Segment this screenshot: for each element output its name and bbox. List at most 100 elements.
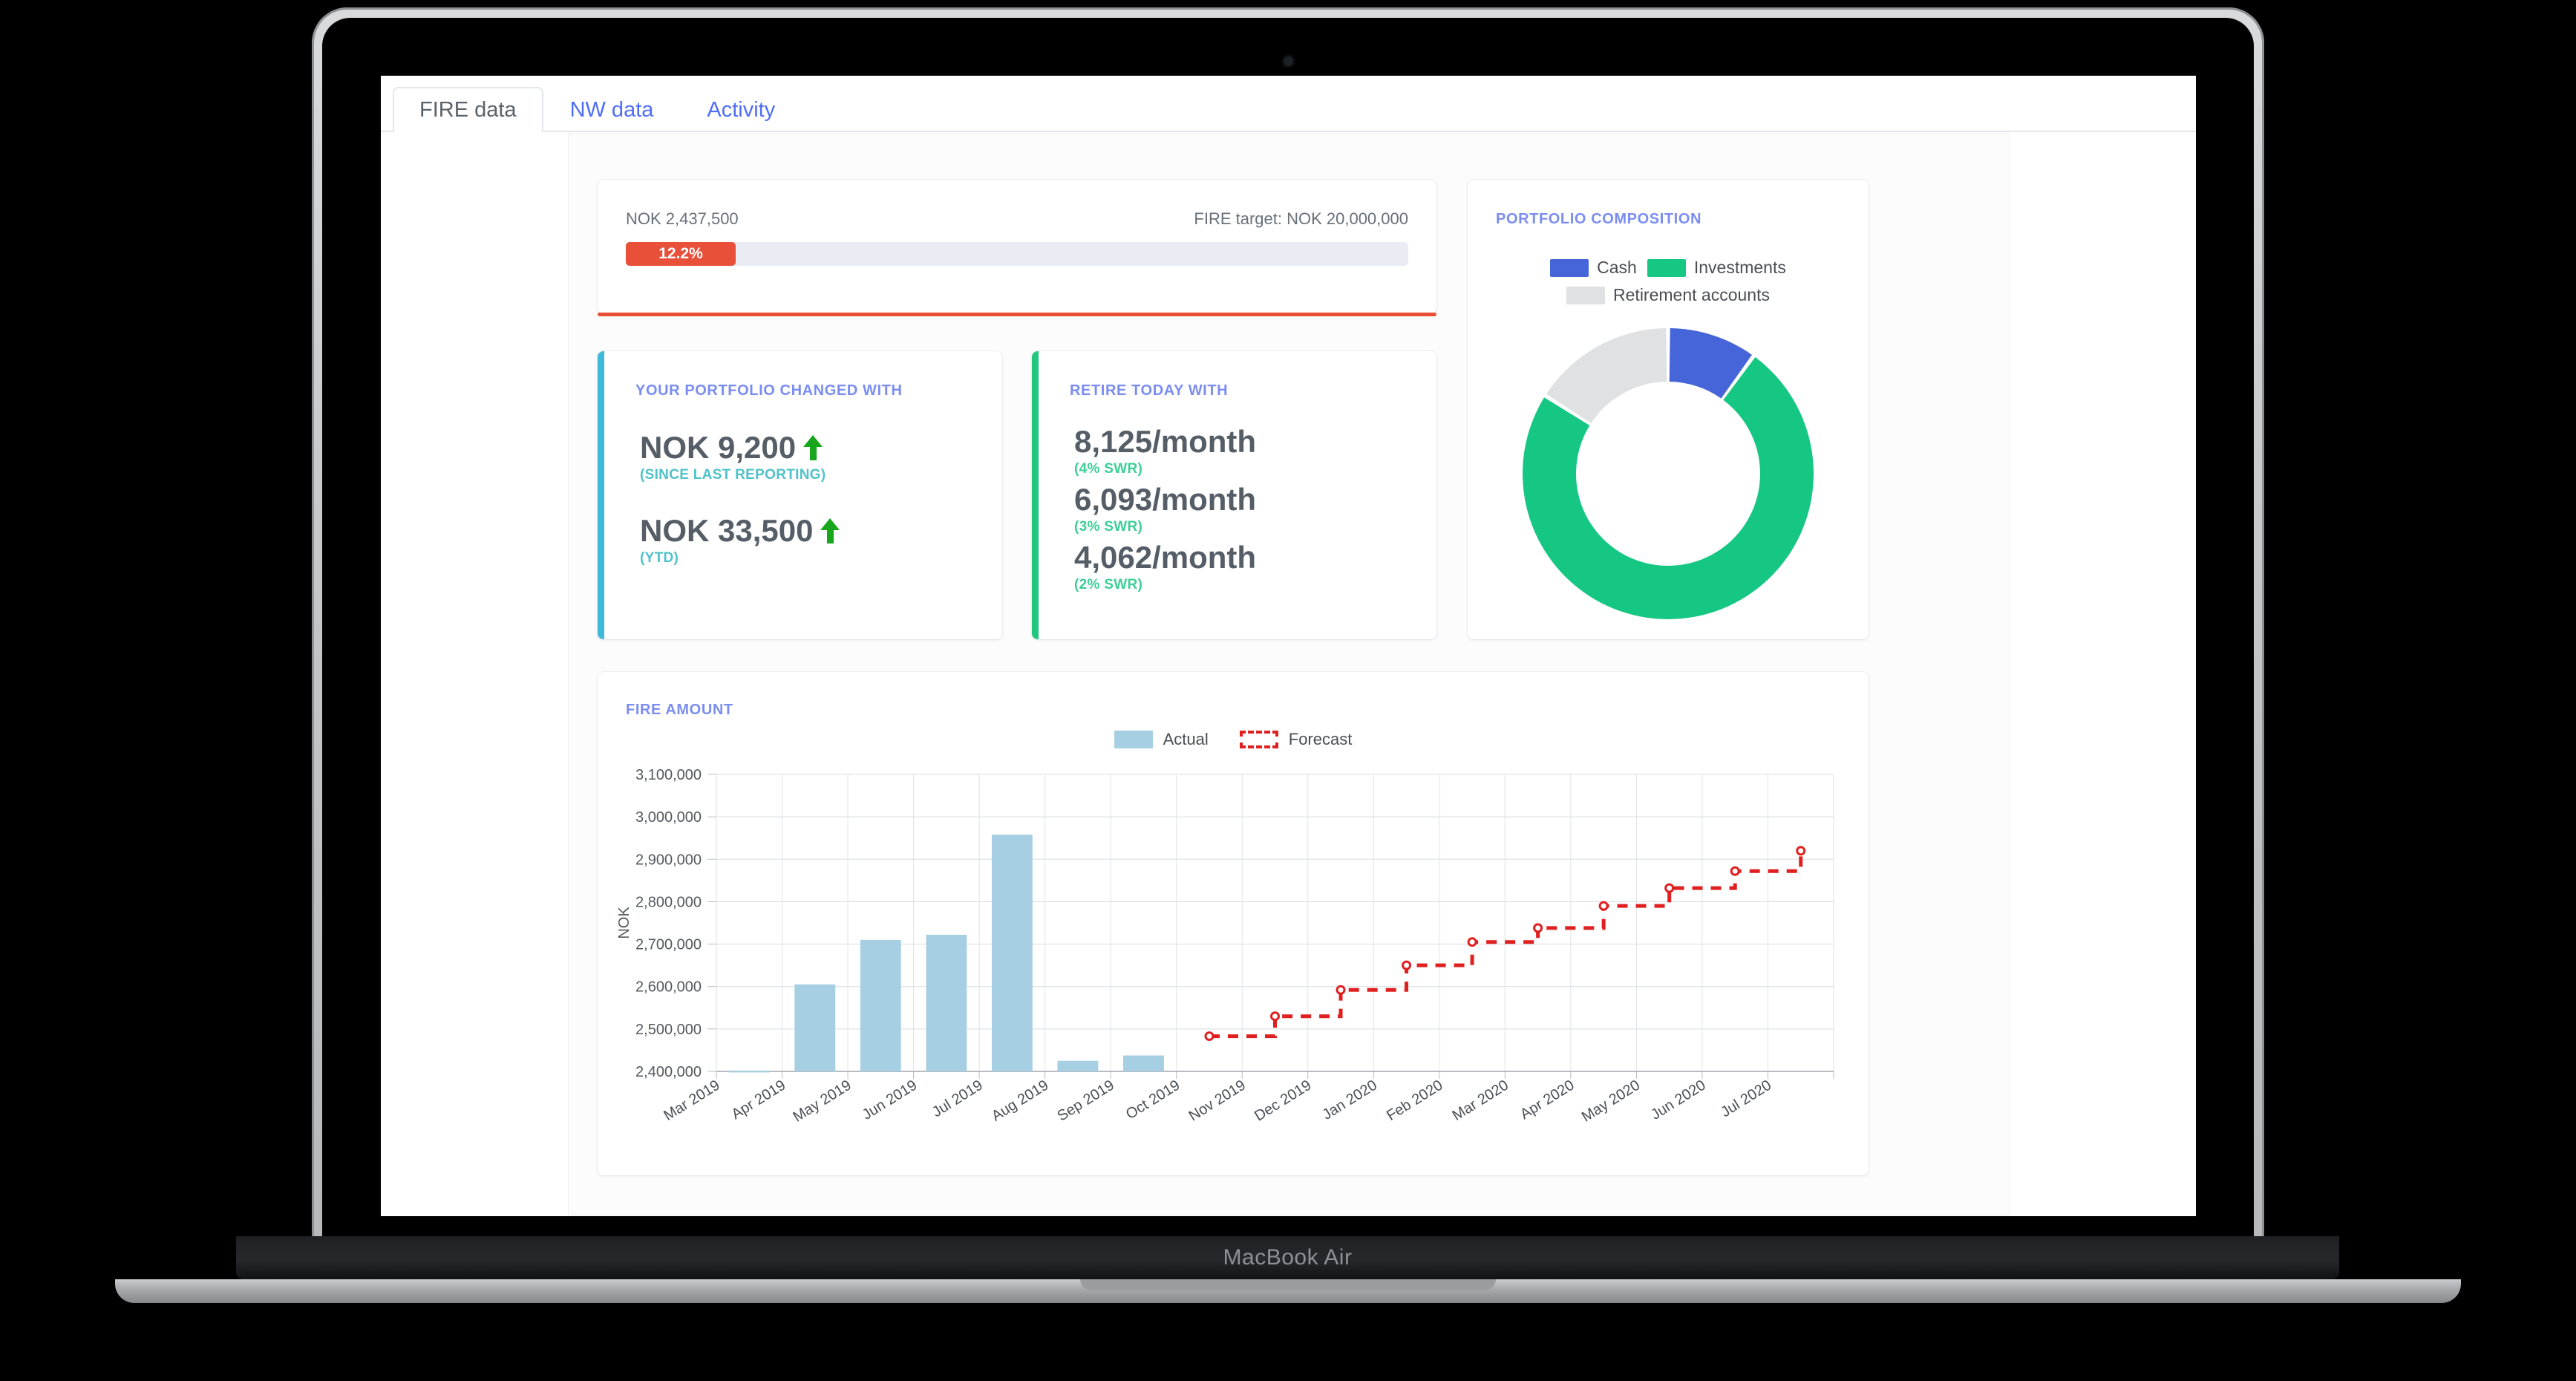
arrow-up-icon bbox=[803, 435, 823, 461]
retire-today-card: RETIRE TODAY WITH 8,125/month (4% SWR) 6… bbox=[1032, 351, 1436, 639]
dashboard-container: NOK 2,437,500 FIRE target: NOK 20,000,00… bbox=[569, 134, 2009, 1215]
x-tick-label: Mar 2020 bbox=[1450, 1077, 1511, 1124]
retire-today-item-0: 8,125/month (4% SWR) bbox=[1074, 425, 1256, 477]
forecast-point-marker[interactable] bbox=[1730, 866, 1740, 876]
y-tick-label: 2,700,000 bbox=[635, 937, 702, 953]
bar-aug-2019[interactable] bbox=[1057, 1060, 1099, 1071]
x-tick-label: Jun 2020 bbox=[1648, 1077, 1708, 1123]
x-tick-label: Mar 2019 bbox=[661, 1077, 722, 1124]
forecast-point-marker[interactable] bbox=[1598, 901, 1609, 911]
webcam-icon bbox=[1284, 56, 1293, 66]
legend-item-forecast[interactable]: Forecast bbox=[1239, 730, 1353, 749]
retire-today-item-1: 6,093/month (3% SWR) bbox=[1074, 483, 1256, 535]
y-tick-label: 2,600,000 bbox=[635, 979, 702, 996]
donut-legend-item-retirement[interactable]: Retirement accounts bbox=[1566, 285, 1770, 305]
x-tick-label: Jul 2020 bbox=[1718, 1077, 1774, 1121]
retire-today-sub-2: (2% SWR) bbox=[1074, 577, 1143, 593]
legend-item-actual[interactable]: Actual bbox=[1114, 730, 1209, 749]
forecast-point-marker[interactable] bbox=[1664, 883, 1675, 893]
x-tick-label: Apr 2020 bbox=[1517, 1077, 1577, 1123]
bar-may-2019[interactable] bbox=[860, 939, 901, 1071]
y-tick-label: 2,800,000 bbox=[635, 894, 702, 910]
portfolio-change-value-1: NOK 33,500 bbox=[640, 513, 840, 548]
fire-amount-chart-area: 2,400,000 2,500,000 2,600,000 2,700,000 2,80… bbox=[598, 760, 1869, 1160]
retire-today-value-2: 4,062/month bbox=[1074, 540, 1257, 575]
portfolio-change-value-0: NOK 9,200 bbox=[640, 431, 826, 464]
laptop-foot-notch bbox=[1080, 1279, 1496, 1290]
dashboard-page: FIRE data NW data Activity NOK 2,437,500… bbox=[381, 76, 2196, 1216]
progress-header: NOK 2,437,500 FIRE target: NOK 20,000,00… bbox=[626, 209, 1408, 229]
x-tick-label: May 2020 bbox=[1579, 1077, 1643, 1126]
laptop-base: MacBook Air bbox=[236, 1236, 2339, 1279]
x-tick-label: Sep 2019 bbox=[1055, 1077, 1117, 1125]
fire-amount-chart[interactable]: 2,400,000 2,500,000 2,600,000 2,700,000 2,80… bbox=[598, 760, 1869, 1160]
bar-apr-2019[interactable] bbox=[794, 984, 836, 1071]
portfolio-change-item-0: NOK 9,200 (SINCE LAST REPORTING) bbox=[640, 431, 826, 483]
tab-activity[interactable]: Activity bbox=[680, 87, 802, 132]
retire-today-title: RETIRE TODAY WITH bbox=[1070, 382, 1229, 399]
fire-amount-card: FIRE AMOUNT Actual Forecast 2,400,000 2,5… bbox=[598, 672, 1869, 1175]
forecast-point-marker[interactable] bbox=[1402, 960, 1412, 970]
retire-today-sub-0: (4% SWR) bbox=[1074, 461, 1143, 477]
x-tick-label: May 2019 bbox=[791, 1077, 854, 1126]
device-label: MacBook Air bbox=[1223, 1245, 1353, 1270]
legend-label-forecast: Forecast bbox=[1288, 730, 1353, 748]
tab-fire-data[interactable]: FIRE data bbox=[393, 87, 543, 132]
donut-legend-item-investments[interactable]: Investments bbox=[1647, 258, 1786, 278]
y-axis-label: NOK bbox=[616, 907, 632, 939]
donut-legend-item-cash[interactable]: Cash bbox=[1550, 258, 1637, 278]
legend-swatch-forecast bbox=[1239, 731, 1278, 748]
x-tick-label: Jan 2020 bbox=[1319, 1077, 1379, 1123]
arrow-up-icon bbox=[820, 518, 840, 544]
forecast-point-marker[interactable] bbox=[1204, 1031, 1215, 1042]
x-tick-label: Jul 2019 bbox=[929, 1077, 986, 1121]
fire-chart-legend: Actual Forecast bbox=[598, 730, 1869, 749]
y-tick-label: 2,400,000 bbox=[635, 1064, 702, 1080]
donut-slice-retirement[interactable] bbox=[1546, 328, 1667, 424]
bar-jul-2019[interactable] bbox=[991, 835, 1033, 1071]
current-amount-label: NOK 2,437,500 bbox=[626, 209, 739, 228]
progress-bar-track: 12.2% bbox=[626, 242, 1408, 266]
forecast-point-marker[interactable] bbox=[1336, 985, 1346, 995]
legend-label-investments: Investments bbox=[1693, 258, 1786, 277]
donut-chart-wrapper bbox=[1468, 325, 1869, 622]
fire-amount-title: FIRE AMOUNT bbox=[626, 702, 733, 718]
retire-today-value-1: 6,093/month bbox=[1074, 482, 1257, 517]
legend-swatch-retirement bbox=[1566, 286, 1606, 304]
legend-label-cash: Cash bbox=[1597, 258, 1637, 277]
retire-today-sub-1: (3% SWR) bbox=[1074, 519, 1143, 535]
value-text: NOK 9,200 bbox=[640, 430, 797, 465]
forecast-point-marker[interactable] bbox=[1467, 937, 1477, 947]
bar-mar-2019[interactable] bbox=[728, 1071, 770, 1073]
laptop-foot bbox=[115, 1279, 2461, 1303]
legend-swatch-investments bbox=[1647, 258, 1686, 277]
portfolio-change-item-1: NOK 33,500 (YTD) bbox=[640, 513, 840, 567]
tab-nw-data[interactable]: NW data bbox=[543, 87, 681, 132]
donut-legend-row-1: Retirement accounts bbox=[1566, 285, 1770, 305]
x-tick-label: Jun 2019 bbox=[860, 1077, 920, 1123]
portfolio-change-title: YOUR PORTFOLIO CHANGED WITH bbox=[635, 382, 903, 399]
screen: FIRE data NW data Activity NOK 2,437,500… bbox=[381, 76, 2196, 1216]
donut-legend-row-0: Cash Investments bbox=[1550, 258, 1786, 278]
portfolio-composition-donut[interactable] bbox=[1520, 325, 1817, 622]
x-tick-label: Dec 2019 bbox=[1252, 1077, 1314, 1125]
bar-jun-2019[interactable] bbox=[926, 935, 967, 1071]
retire-today-value-0: 8,125/month bbox=[1074, 424, 1257, 459]
bar-sep-2019[interactable] bbox=[1122, 1055, 1164, 1071]
forecast-point-marker[interactable] bbox=[1270, 1011, 1280, 1022]
x-tick-label: Apr 2019 bbox=[729, 1077, 788, 1123]
y-tick-label: 2,900,000 bbox=[635, 852, 702, 868]
y-tick-label: 2,500,000 bbox=[635, 1022, 702, 1038]
value-text: NOK 33,500 bbox=[640, 513, 814, 548]
legend-label-retirement: Retirement accounts bbox=[1613, 285, 1770, 304]
laptop-frame: FIRE data NW data Activity NOK 2,437,500… bbox=[312, 7, 2264, 1262]
forecast-point-marker[interactable] bbox=[1796, 846, 1806, 856]
legend-swatch-actual bbox=[1114, 731, 1153, 748]
legend-label-actual: Actual bbox=[1163, 730, 1209, 748]
retire-today-item-2: 4,062/month (2% SWR) bbox=[1074, 541, 1256, 593]
y-tick-label: 3,000,000 bbox=[635, 809, 702, 826]
x-tick-label: Oct 2019 bbox=[1123, 1077, 1183, 1123]
fire-progress-card: NOK 2,437,500 FIRE target: NOK 20,000,00… bbox=[598, 180, 1436, 316]
progress-percent-label: 12.2% bbox=[658, 245, 703, 262]
forecast-point-marker[interactable] bbox=[1533, 923, 1543, 933]
